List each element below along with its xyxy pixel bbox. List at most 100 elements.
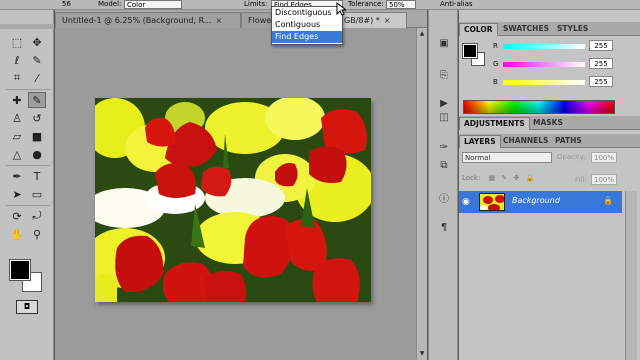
canvas-image-tulips[interactable] xyxy=(95,98,371,302)
quick-selection-tool-icon[interactable]: ✎ xyxy=(28,52,46,68)
tolerance-label: Tolerance: xyxy=(348,0,384,8)
path-selection-tool-icon[interactable]: ➤ xyxy=(8,186,26,202)
info-icon[interactable]: ⓘ xyxy=(435,192,453,208)
lock-position-icon[interactable]: ✥ xyxy=(514,174,520,182)
right-panels: COLOR SWATCHES STYLES R 255 G 255 B 255 … xyxy=(459,10,640,360)
dodge-tool-icon[interactable]: ● xyxy=(28,146,46,162)
lock-label: Lock: xyxy=(462,174,481,182)
layer-thumbnail-image xyxy=(480,194,504,210)
brush-size-value: 56 xyxy=(62,0,71,8)
shape-tool-icon[interactable]: ▭ xyxy=(28,186,46,202)
blur-tool-icon[interactable]: △ xyxy=(8,146,26,162)
blend-mode-select[interactable]: Normal xyxy=(462,152,552,163)
panel-foreground-swatch[interactable] xyxy=(462,43,478,59)
document-vertical-scrollbar[interactable]: ▲ ▼ xyxy=(416,28,427,360)
limits-option-find-edges[interactable]: Find Edges xyxy=(272,31,342,43)
channel-b-label: B xyxy=(493,78,498,86)
adjustments-panel-tabs: ADJUSTMENTS MASKS xyxy=(459,116,640,130)
document-tab-bar: Untitled-1 @ 6.25% (Background, R... × Fl… xyxy=(55,10,427,28)
green-slider[interactable] xyxy=(503,62,585,67)
brush-presets-icon[interactable]: ✑ xyxy=(435,140,453,156)
navigator-icon[interactable]: ◫ xyxy=(435,110,453,126)
mini-bridge-icon[interactable]: ▣ xyxy=(435,36,453,52)
scroll-down-icon[interactable]: ▼ xyxy=(418,350,426,358)
scroll-up-icon[interactable]: ▲ xyxy=(418,30,426,38)
quick-mask-button[interactable]: ◘ xyxy=(16,300,38,314)
tab-title: GB/8#) * xyxy=(344,16,380,25)
limits-option-contiguous[interactable]: Contiguous xyxy=(272,19,342,31)
brush-tool-icon[interactable]: ✎ xyxy=(28,92,46,108)
tab-layers[interactable]: LAYERS xyxy=(459,135,501,148)
color-swatches[interactable] xyxy=(9,259,44,294)
type-tool-icon[interactable]: T xyxy=(28,168,46,184)
layer-thumbnail xyxy=(479,193,505,211)
tab-channels[interactable]: CHANNELS xyxy=(499,135,552,148)
lock-image-icon[interactable]: ✎ xyxy=(501,174,507,182)
tab-adjustments[interactable]: ADJUSTMENTS xyxy=(459,117,530,130)
blue-slider[interactable] xyxy=(503,80,585,85)
document-tab-flowers[interactable]: Flowe xyxy=(241,12,275,28)
color-spectrum-ramp[interactable] xyxy=(463,100,615,114)
zoom-tool-icon[interactable]: ⚲ xyxy=(28,226,46,242)
toolbox: ⬚ ✥ ℓ ✎ ⌗ ⁄ ✚ ✎ ♙ ↺ ▱ ■ △ ● ✒ T ➤ ▭ ⟳ ⤾ … xyxy=(0,10,54,360)
3d-rotate-tool-icon[interactable]: ⟳ xyxy=(8,208,26,224)
close-icon[interactable]: × xyxy=(384,16,391,25)
clone-source-icon[interactable]: ⧉ xyxy=(435,158,453,174)
history-icon[interactable]: ⎘ xyxy=(435,68,453,84)
marquee-tool-icon[interactable]: ⬚ xyxy=(8,34,26,50)
limits-dropdown-menu: Discontiguous Contiguous Find Edges xyxy=(271,6,343,45)
clone-stamp-tool-icon[interactable]: ♙ xyxy=(8,110,26,126)
channel-r-label: R xyxy=(493,42,498,50)
tab-masks[interactable]: MASKS xyxy=(529,117,567,130)
3d-orbit-tool-icon[interactable]: ⤾ xyxy=(28,208,46,224)
layer-lock-icon: 🔒 xyxy=(603,196,613,205)
move-tool-icon[interactable]: ✥ xyxy=(28,34,46,50)
document-tab-untitled[interactable]: Untitled-1 @ 6.25% (Background, R... × xyxy=(55,12,241,28)
toolbox-divider xyxy=(6,205,50,206)
limits-label: Limits: xyxy=(244,0,268,8)
layer-row-background[interactable]: ◉ Background 🔒 xyxy=(459,191,622,213)
color-panel: R 255 G 255 B 255 xyxy=(459,34,640,126)
visibility-eye-icon[interactable]: ◉ xyxy=(462,197,470,207)
green-value-input[interactable]: 255 xyxy=(589,58,613,69)
crop-tool-icon[interactable]: ⌗ xyxy=(8,70,26,86)
model-select[interactable]: Color xyxy=(124,0,182,9)
layer-name: Background xyxy=(512,196,560,205)
gradient-tool-icon[interactable]: ■ xyxy=(28,128,46,144)
eraser-tool-icon[interactable]: ▱ xyxy=(8,128,26,144)
limits-option-discontiguous[interactable]: Discontiguous xyxy=(272,7,342,19)
toolbox-divider xyxy=(6,89,50,90)
hand-tool-icon[interactable]: ✋ xyxy=(8,226,26,242)
tulip-photo xyxy=(95,98,371,302)
document-tab-active[interactable]: GB/8#) * × xyxy=(337,12,407,28)
foreground-color-swatch[interactable] xyxy=(9,259,31,281)
opacity-input[interactable]: 100% xyxy=(591,152,617,163)
toolbox-divider xyxy=(6,165,50,166)
channel-g-label: G xyxy=(493,60,499,68)
red-value-input[interactable]: 255 xyxy=(589,40,613,51)
spot-healing-tool-icon[interactable]: ✚ xyxy=(8,92,26,108)
layers-scrollbar[interactable] xyxy=(625,191,637,360)
collapsed-panel-icons: ▣ ⎘ ▶ ◫ ✑ ⧉ ⓘ ¶ xyxy=(428,10,458,360)
lock-all-icon[interactable]: 🔒 xyxy=(526,174,535,182)
lasso-tool-icon[interactable]: ℓ xyxy=(8,52,26,68)
red-slider[interactable] xyxy=(503,44,585,49)
paragraph-icon[interactable]: ¶ xyxy=(435,220,453,236)
fill-label: Fill: xyxy=(575,176,587,184)
toolbox-grip[interactable] xyxy=(0,24,54,29)
tolerance-input[interactable]: 50% xyxy=(386,0,416,9)
lock-transparent-icon[interactable]: ▦ xyxy=(489,174,496,182)
tab-paths[interactable]: PATHS xyxy=(551,135,586,148)
opacity-label: Opacity: xyxy=(557,153,586,161)
layers-panel-tabs: LAYERS CHANNELS PATHS xyxy=(459,134,640,148)
close-icon[interactable]: × xyxy=(216,16,223,25)
blue-value-input[interactable]: 255 xyxy=(589,76,613,87)
history-brush-tool-icon[interactable]: ↺ xyxy=(28,110,46,126)
document-area: Untitled-1 @ 6.25% (Background, R... × Fl… xyxy=(55,10,427,360)
fill-input[interactable]: 100% xyxy=(591,174,617,185)
eyedropper-tool-icon[interactable]: ⁄ xyxy=(28,70,46,86)
tab-title: Flowe xyxy=(248,16,272,25)
tab-title: Untitled-1 @ 6.25% (Background, R... xyxy=(62,16,212,25)
anti-alias-label: Anti-alias xyxy=(440,0,473,8)
pen-tool-icon[interactable]: ✒ xyxy=(8,168,26,184)
